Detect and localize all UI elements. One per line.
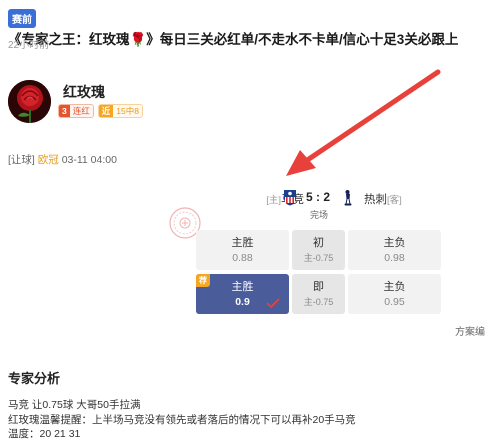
match-status: 完场 [310, 210, 329, 220]
recent-prefix: 近 [98, 105, 114, 117]
match-scoreboard[interactable]: [主]马竞 5 : 2 热刺[客] 完场 [230, 188, 410, 220]
odds-value: 0.88 [232, 251, 253, 264]
handicap-cell-live[interactable]: 即 主-0.75 [292, 274, 345, 314]
analysis-title: 专家分析 [8, 371, 61, 386]
odds-value: 0.98 [384, 251, 405, 264]
odds-label: 主负 [383, 236, 406, 249]
analysis-body: 马竞 让0.75球 大哥50手拉满 红玫瑰温馨提醒：上半场马竞没有领先或者落后的… [8, 398, 356, 442]
pre-match-tag: 赛前 [8, 9, 36, 28]
final-score: 5 : 2 [306, 190, 331, 204]
handicap-value: 主-0.75 [303, 296, 334, 307]
odds-label: 主胜 [231, 236, 254, 249]
handicap-label: 初 [313, 236, 324, 249]
tottenham-crest-icon [344, 190, 352, 206]
annotation-arrow-icon [286, 69, 441, 176]
odds-label: 主负 [383, 280, 406, 293]
away-team: 热刺[客] [364, 191, 402, 207]
post-title[interactable]: 《专家之王：红玫瑰🌹》每日三关必红单/不走水不卡单/信心十足3关必跟上 [8, 32, 458, 47]
odds-cell-home-initial[interactable]: 主胜 0.88 [196, 230, 289, 270]
odds-value: 0.95 [384, 295, 405, 308]
streak-badge: 3 连红 [58, 104, 94, 118]
handicap-cell-initial[interactable]: 初 主-0.75 [292, 230, 345, 270]
check-icon [266, 298, 280, 308]
streak-label: 连红 [69, 105, 93, 117]
odds-value: 0.9 [235, 295, 250, 308]
author-name[interactable]: 红玫瑰 [63, 82, 105, 102]
analysis-line: 马竞 让0.75球 大哥50手拉满 [8, 399, 141, 411]
handicap-value: 主-0.75 [303, 252, 334, 263]
odds-row-initial: 主胜 0.88 初 主-0.75 主负 0.98 [196, 230, 441, 270]
handicap-label: 即 [313, 280, 324, 293]
home-tag: [主] [266, 195, 281, 206]
plan-link[interactable]: 方案编 [455, 323, 485, 338]
recent-record-badge: 近 15中8 [97, 104, 143, 118]
recommended-tag: 荐 [196, 274, 210, 287]
author-badges: 3 连红 近 15中8 [58, 104, 143, 118]
analysis-line: 红玫瑰温馨提醒：上半场马竞没有领先或者落后的情况下可以再补20手马竞 [8, 413, 356, 426]
atletico-crest-icon [284, 190, 296, 206]
odds-cell-away-live[interactable]: 主负 0.95 [348, 274, 441, 314]
streak-count: 3 [59, 105, 70, 117]
author-card[interactable]: 红玫瑰 3 连红 近 15中8 [8, 80, 308, 124]
post-time: 22小时前 [8, 40, 50, 51]
match-datetime: 03-11 04:00 [61, 154, 117, 166]
match-info: [让球] 欧冠 03-11 04:00 [8, 152, 117, 167]
analysis-line: 温度：20 21 31 [8, 428, 81, 440]
market-type: [让球] [8, 154, 35, 166]
away-team-name: 热刺 [364, 194, 387, 206]
league-name: 欧冠 [37, 154, 59, 166]
post-header: 赛前《专家之王：红玫瑰🌹》每日三关必红单/不走水不卡单/信心十足3关必跟上 [8, 9, 484, 48]
odds-cell-away-initial[interactable]: 主负 0.98 [348, 230, 441, 270]
recent-record: 15中8 [113, 105, 142, 117]
odds-label: 主胜 [231, 280, 254, 293]
odds-row-live: 荐 主胜 0.9 即 主-0.75 主负 0.95 [196, 274, 441, 314]
odds-cell-home-live-selected[interactable]: 荐 主胜 0.9 [196, 274, 289, 314]
avatar[interactable] [8, 80, 51, 123]
away-tag: [客] [387, 195, 402, 206]
